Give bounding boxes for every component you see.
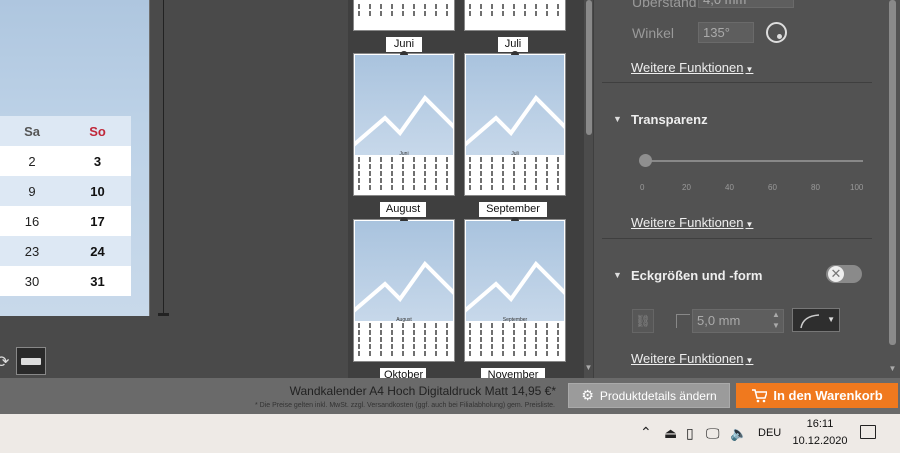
more-functions-link[interactable]: Weitere Funktionen ▼: [631, 215, 753, 230]
transparency-title[interactable]: Transparenz: [631, 112, 708, 127]
weekday-sa: Sa: [24, 123, 40, 139]
calendar-row: 16 17: [0, 206, 131, 236]
chevron-down-icon: ▼: [827, 315, 835, 324]
slider-tick: 40: [725, 183, 734, 192]
corner-size-input[interactable]: 5,0 mm: [692, 309, 784, 333]
slider-tick: 0: [640, 183, 645, 192]
guide-line[interactable]: [163, 0, 164, 316]
gear-icon: ⚙: [581, 387, 594, 403]
page-strip-scroll-thumb[interactable]: [586, 0, 592, 135]
page-thumbnail[interactable]: September: [464, 217, 566, 362]
notification-icon[interactable]: [860, 425, 876, 439]
volume-icon[interactable]: 🔈: [730, 425, 747, 442]
scroll-down-icon[interactable]: ▼: [584, 363, 593, 372]
page-thumbnail[interactable]: Juni: [353, 51, 455, 196]
day-cell: 31: [90, 273, 105, 289]
guide-line-end: [158, 313, 169, 316]
slider-tick: 60: [768, 183, 777, 192]
day-cell: 16: [24, 213, 40, 229]
ueberstand-label: Überstand: [632, 0, 697, 10]
properties-panel: Überstand 4,0 mm Winkel 135° Weitere Fun…: [594, 0, 900, 378]
corners-title[interactable]: Eckgrößen und -form: [631, 268, 762, 283]
day-cell: 30: [24, 273, 40, 289]
editor-canvas[interactable]: Sa So 23 9 10 16 17 23 24 30 31 ⟳: [0, 0, 348, 378]
calendar-row: 30 31: [0, 266, 131, 296]
day-cell: 9: [28, 183, 36, 199]
more-functions-link[interactable]: Weitere Funktionen ▼: [631, 351, 753, 366]
mountain-photo: [466, 221, 564, 321]
angle-dial-icon[interactable]: [766, 22, 787, 43]
weekday-so: So: [89, 123, 106, 139]
calendar-row: 23 24: [0, 236, 131, 266]
day-cell: 2: [28, 153, 36, 169]
transparency-slider-handle[interactable]: [639, 154, 652, 167]
calendar-header-row: Sa So: [0, 116, 131, 146]
page-thumbnail[interactable]: Juli: [464, 51, 566, 196]
input-language[interactable]: DEU: [758, 427, 781, 439]
day-cell: 10: [90, 183, 105, 199]
day-cell: 17: [90, 213, 105, 229]
windows-taskbar: ⌃ ⏏ ▯ 🖵 🔈 DEU 16:11 10.12.2020: [0, 414, 900, 453]
product-price: Wandkalender A4 Hoch Digitaldruck Matt 1…: [289, 384, 556, 398]
calendar-row: 9 10: [0, 176, 131, 206]
day-cell: 24: [90, 243, 105, 259]
network-icon[interactable]: ▯: [686, 425, 694, 442]
slider-tick: 100: [850, 183, 864, 192]
page-thumbnail[interactable]: [353, 0, 455, 31]
page-strip[interactable]: Juni Juli Juni Juli August September Aug…: [348, 0, 594, 378]
collapse-triangle-icon[interactable]: ▼: [613, 114, 622, 124]
slider-tick: 80: [811, 183, 820, 192]
chevron-up-icon[interactable]: ⌃: [640, 424, 652, 441]
divider: [602, 238, 872, 239]
add-to-cart-button[interactable]: In den Warenkorb: [736, 383, 898, 408]
page-label: November: [481, 368, 545, 378]
transparency-slider-track[interactable]: [642, 160, 863, 162]
corner-size-icon: [676, 314, 690, 328]
winkel-label: Winkel: [632, 25, 675, 41]
properties-scroll-thumb[interactable]: [889, 0, 896, 345]
page-label: September: [479, 202, 547, 217]
price-disclaimer: * Die Preise gelten inkl. MwSt. zzgl. Ve…: [255, 402, 555, 409]
corners-toggle[interactable]: ✕: [826, 265, 862, 283]
corner-shape-icon: [800, 314, 820, 329]
order-footer: Wandkalender A4 Hoch Digitaldruck Matt 1…: [0, 378, 900, 414]
display-icon[interactable]: 🖵: [706, 425, 720, 442]
page-overview-icon[interactable]: [16, 347, 46, 375]
calendar-row: 23: [0, 146, 131, 176]
page-label: August: [380, 202, 426, 217]
ueberstand-input[interactable]: 4,0 mm: [698, 0, 794, 8]
page-thumbnail[interactable]: August: [353, 217, 455, 362]
stepper-icon[interactable]: ▲ ▼: [772, 309, 780, 331]
mountain-photo: [355, 55, 453, 155]
day-cell: 23: [24, 243, 40, 259]
calendar-grid: Sa So 23 9 10 16 17 23 24 30 31: [0, 116, 131, 296]
divider: [602, 82, 872, 83]
corner-shape-select[interactable]: ▼: [792, 308, 840, 332]
link-icon[interactable]: ⛓: [632, 309, 654, 333]
clock-time[interactable]: 16:11: [790, 418, 850, 430]
close-icon: ✕: [828, 266, 844, 282]
page-thumbnail[interactable]: [464, 0, 566, 31]
clock-date[interactable]: 10.12.2020: [790, 435, 850, 447]
rotate-icon[interactable]: ⟳: [0, 352, 10, 372]
more-functions-link[interactable]: Weitere Funktionen ▼: [631, 60, 753, 75]
page-label: Oktober: [380, 368, 426, 378]
usb-device-icon[interactable]: ⏏: [664, 425, 677, 442]
winkel-input[interactable]: 135°: [698, 22, 754, 43]
page-label: Juni: [386, 37, 422, 52]
day-cell: 3: [93, 153, 102, 169]
slider-tick: 20: [682, 183, 691, 192]
product-details-button[interactable]: ⚙ Produktdetails ändern: [568, 383, 730, 408]
page-label: Juli: [498, 37, 528, 52]
cart-icon: [752, 388, 768, 402]
mountain-photo: [355, 221, 453, 321]
collapse-triangle-icon[interactable]: ▼: [613, 270, 622, 280]
mountain-photo: [466, 55, 564, 155]
calendar-page-preview[interactable]: Sa So 23 9 10 16 17 23 24 30 31: [0, 0, 150, 316]
scroll-down-icon[interactable]: ▼: [888, 364, 897, 373]
